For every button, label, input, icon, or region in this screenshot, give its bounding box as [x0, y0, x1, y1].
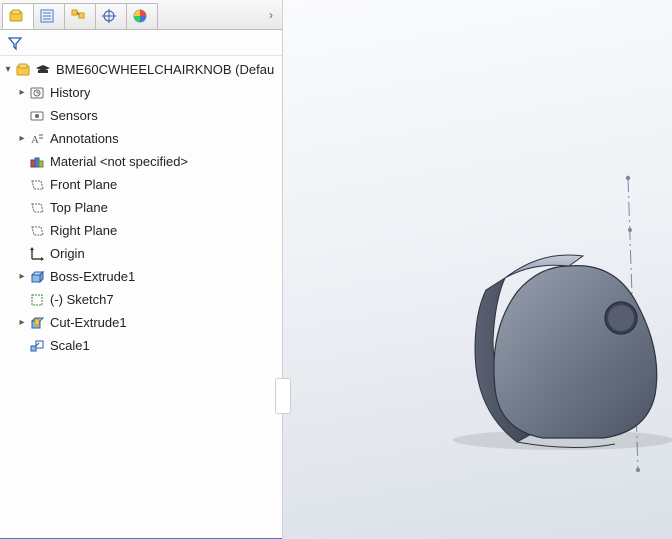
expander-icon[interactable] — [16, 87, 28, 98]
expander-icon[interactable] — [16, 271, 28, 282]
graphics-viewport[interactable] — [283, 0, 672, 539]
tab-display-manager[interactable] — [126, 3, 158, 29]
list-icon — [38, 7, 56, 25]
tree-node-label: Boss-Extrude1 — [50, 269, 135, 284]
tree-node-label: Right Plane — [50, 223, 117, 238]
tree-node-annotations[interactable]: A Annotations — [0, 127, 282, 150]
target-icon — [100, 7, 118, 25]
material-icon — [28, 153, 46, 171]
tree-node-sensors[interactable]: Sensors — [0, 104, 282, 127]
model-render — [283, 0, 672, 539]
tab-feature-tree[interactable] — [2, 3, 34, 29]
expander-icon[interactable] — [16, 317, 28, 328]
tabs-overflow-chevron[interactable]: › — [260, 8, 282, 22]
part-icon — [14, 61, 32, 79]
tree-node-label: Origin — [50, 246, 85, 261]
tree-node-label: (-) Sketch7 — [50, 292, 114, 307]
sensors-icon — [28, 107, 46, 125]
tree-node-material[interactable]: Material <not specified> — [0, 150, 282, 173]
tree-node-scale[interactable]: Scale1 — [0, 334, 282, 357]
svg-text:A: A — [31, 134, 39, 146]
annotations-icon: A — [28, 130, 46, 148]
cut-icon — [28, 314, 46, 332]
tree-node-label: Top Plane — [50, 200, 108, 215]
tree-root-label: BME60CWHEELCHAIRKNOB (Defau — [56, 62, 274, 77]
plane-icon — [28, 176, 46, 194]
tab-configuration-manager[interactable] — [64, 3, 96, 29]
tree-node-label: Front Plane — [50, 177, 117, 192]
tree-node-sketch[interactable]: (-) Sketch7 — [0, 288, 282, 311]
tree-node-label: History — [50, 85, 90, 100]
grad-cap-icon — [34, 61, 52, 79]
scale-icon — [28, 337, 46, 355]
tree-root-part[interactable]: BME60CWHEELCHAIRKNOB (Defau — [0, 58, 282, 81]
panel-tab-strip: › — [0, 0, 282, 30]
tab-dimxpert[interactable] — [95, 3, 127, 29]
tree-node-label: Annotations — [50, 131, 119, 146]
tree-node-label: Cut-Extrude1 — [50, 315, 127, 330]
appearance-icon — [131, 7, 149, 25]
tree-node-label: Scale1 — [50, 338, 90, 353]
tree-node-history[interactable]: History — [0, 81, 282, 104]
tree-node-label: Material <not specified> — [50, 154, 188, 169]
tree-node-right-plane[interactable]: Right Plane — [0, 219, 282, 242]
extrude-icon — [28, 268, 46, 286]
filter-icon[interactable] — [6, 34, 24, 52]
feature-manager-panel: › BME60CWHEELCHAIRKNOB (Defau — [0, 0, 283, 539]
expander-icon[interactable] — [16, 133, 28, 144]
tree-node-boss-extrude[interactable]: Boss-Extrude1 — [0, 265, 282, 288]
part-icon — [7, 7, 25, 25]
tree-node-top-plane[interactable]: Top Plane — [0, 196, 282, 219]
tab-property-manager[interactable] — [33, 3, 65, 29]
tree-filter-row — [0, 30, 282, 56]
plane-icon — [28, 222, 46, 240]
feature-tree: BME60CWHEELCHAIRKNOB (Defau History Sens… — [0, 56, 282, 539]
tree-node-cut-extrude[interactable]: Cut-Extrude1 — [0, 311, 282, 334]
plane-icon — [28, 199, 46, 217]
tree-node-origin[interactable]: Origin — [0, 242, 282, 265]
history-icon — [28, 84, 46, 102]
sketch-icon — [28, 291, 46, 309]
expander-icon[interactable] — [2, 64, 14, 75]
origin-icon — [28, 245, 46, 263]
tree-node-front-plane[interactable]: Front Plane — [0, 173, 282, 196]
tree-node-label: Sensors — [50, 108, 98, 123]
config-tree-icon — [69, 7, 87, 25]
